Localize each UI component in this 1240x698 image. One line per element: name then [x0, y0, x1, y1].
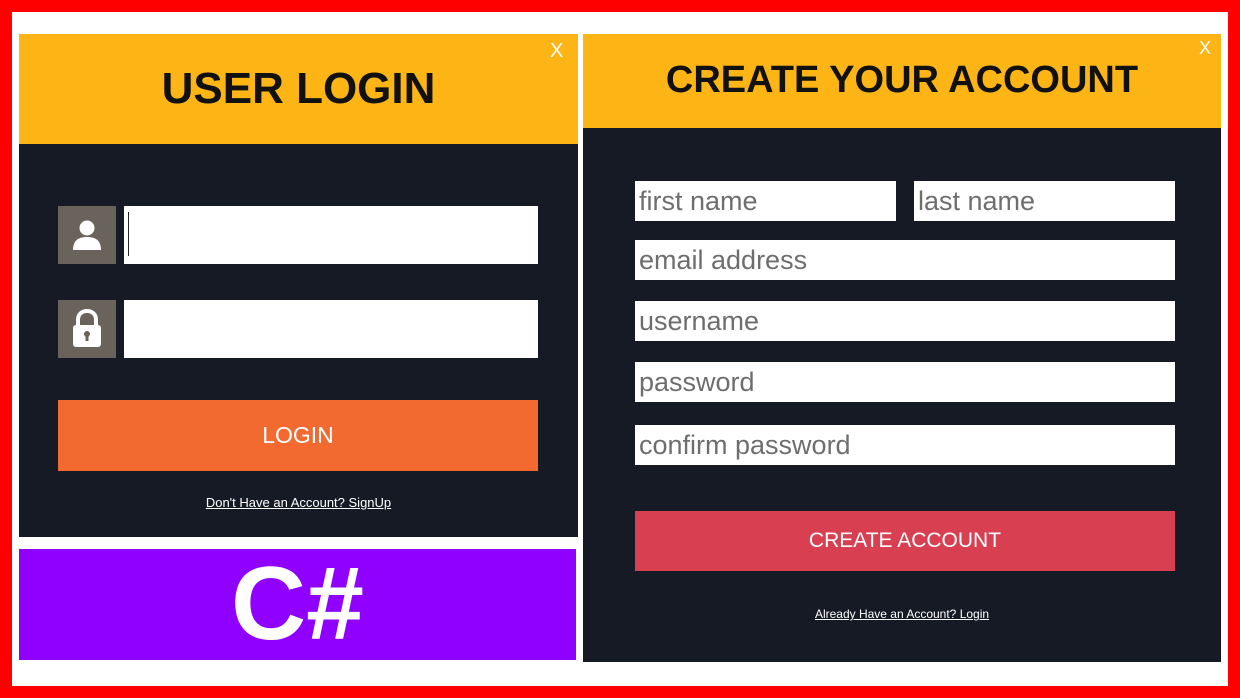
password-input[interactable] — [124, 300, 538, 358]
user-icon — [73, 220, 101, 250]
signup-close-button[interactable]: X — [1199, 38, 1211, 59]
signup-title: CREATE YOUR ACCOUNT — [665, 59, 1139, 101]
csharp-banner: C# — [19, 549, 576, 660]
last-name-input[interactable] — [914, 181, 1175, 221]
confirm-password-input[interactable] — [635, 425, 1175, 465]
text-cursor — [128, 212, 129, 256]
signup-header: CREATE YOUR ACCOUNT X — [583, 34, 1221, 128]
login-link[interactable]: Already Have an Account? Login — [583, 607, 1221, 621]
login-title: USER LOGIN — [161, 64, 436, 113]
login-header: USER LOGIN X — [19, 34, 578, 144]
signup-username-input[interactable] — [635, 301, 1175, 341]
signup-link[interactable]: Don't Have an Account? SignUp — [19, 495, 578, 510]
lock-icon — [73, 309, 101, 347]
signup-window: CREATE YOUR ACCOUNT X CREATE ACCOUNT Alr… — [583, 34, 1221, 662]
email-input[interactable] — [635, 240, 1175, 280]
login-window: USER LOGIN X LOGIN Don't Have an Account… — [19, 34, 578, 537]
login-button[interactable]: LOGIN — [58, 400, 538, 471]
username-icon-box — [58, 206, 116, 264]
create-account-button[interactable]: CREATE ACCOUNT — [635, 511, 1175, 571]
csharp-label: C# — [231, 546, 364, 662]
signup-password-input[interactable] — [635, 362, 1175, 402]
login-close-button[interactable]: X — [550, 40, 563, 63]
first-name-input[interactable] — [635, 181, 896, 221]
password-icon-box — [58, 300, 116, 358]
username-input[interactable] — [124, 206, 538, 264]
